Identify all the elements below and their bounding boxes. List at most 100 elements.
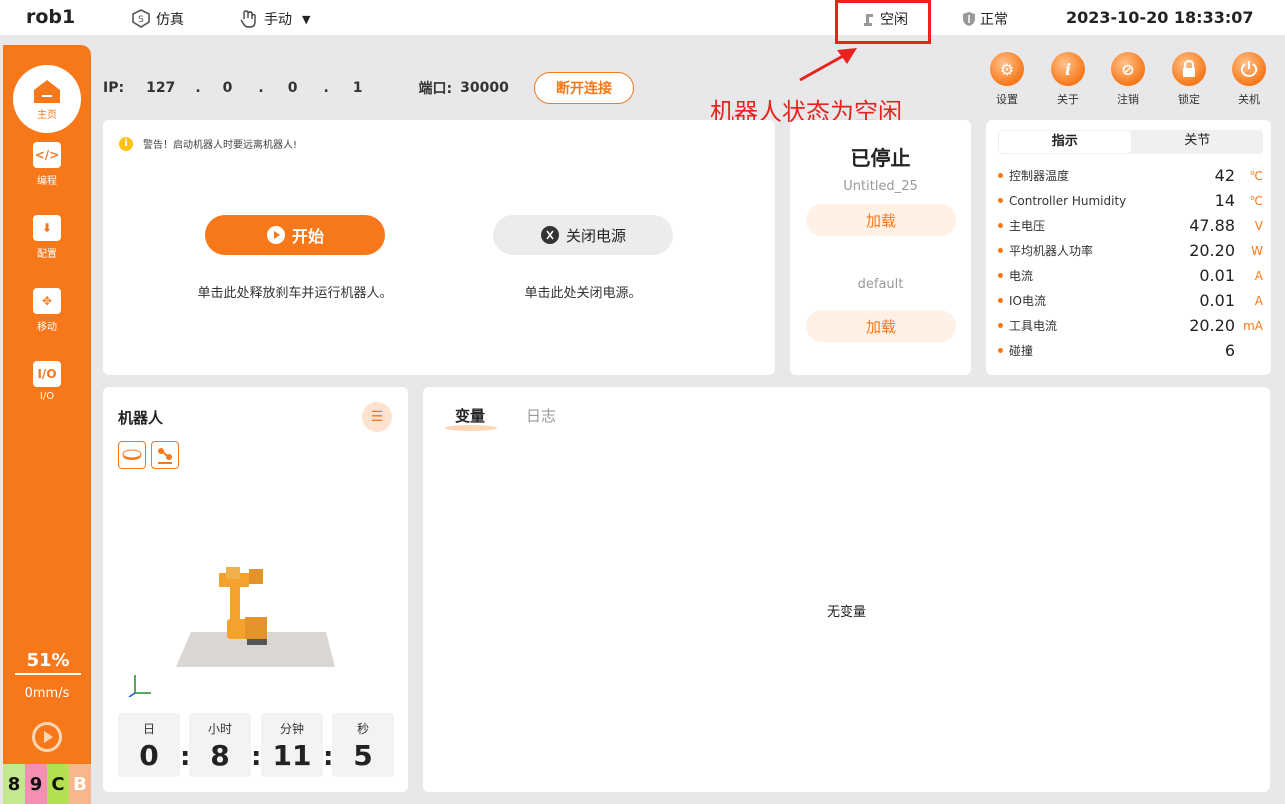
simulation-icon: S [132, 9, 150, 28]
ip-octet: 1 [352, 80, 363, 96]
indicator-label: 主电压 [1009, 219, 1046, 233]
tab-log[interactable]: 日志 [526, 405, 556, 426]
indicator-label: IO电流 [1009, 294, 1046, 308]
indicator-label: 电流 [1009, 269, 1034, 283]
shield-icon [963, 12, 975, 26]
lock-icon [1172, 52, 1206, 86]
logout-button[interactable]: ⊘ 注销 [1098, 52, 1158, 107]
info-icon: i [1051, 52, 1085, 86]
timer-value: 5 [353, 739, 373, 772]
sidebar-item-move[interactable]: ✥ 移动 [3, 288, 91, 333]
tab-variables[interactable]: 变量 [455, 405, 485, 426]
indicator-unit: A [1254, 293, 1263, 308]
caret-down-icon: ▼ [302, 12, 311, 26]
control-panel: i 警告！启动机器人时要远离机器人! 开始 关闭电源 单击此处释放刹车并运行机器… [103, 120, 775, 375]
timer-label: 秒 [356, 722, 369, 736]
move-icon: ✥ [33, 288, 61, 314]
list-icon[interactable]: ☰ [362, 402, 392, 432]
warning-icon: i [119, 136, 133, 151]
about-button[interactable]: i 关于 [1038, 52, 1098, 107]
sidebar-item-label: 编程 [37, 176, 57, 187]
program-name: Untitled_25 [843, 179, 918, 194]
indicators-panel: 指示 关节 控制器温度 42 ℃ Controller Humidity 14 ℃ 主电… [986, 120, 1271, 375]
play-icon [35, 725, 59, 749]
logout-icon: ⊘ [1111, 52, 1145, 86]
indicator-value: 20.20 [1189, 241, 1235, 260]
tool-label: 关机 [1238, 93, 1260, 106]
play-icon [266, 226, 285, 244]
indicator-row: 碰撞 6 [998, 338, 1263, 363]
indicator-value: 0.01 [1199, 291, 1235, 310]
timer-separator: : [251, 742, 262, 772]
tab-joints[interactable]: 关节 [1132, 130, 1264, 154]
connection-info: IP: 127 . 0 . 0 . 1 端口: 30000 [103, 72, 509, 104]
robot-arm-icon [864, 14, 873, 26]
disconnect-button[interactable]: 断开连接 [534, 72, 634, 104]
power-off-button[interactable]: 关闭电源 [493, 215, 673, 255]
program-panel: 已停止 Untitled_25 加载 default 加载 [790, 120, 971, 375]
sidebar-item-label: 移动 [37, 322, 57, 333]
tool-label: 注销 [1117, 93, 1139, 106]
top-bar: rob1 S 仿真 手动 ▼ 空闲 正常 2023-10-20 18:33:07 [0, 0, 1285, 44]
indicator-unit: W [1251, 243, 1263, 258]
simulation-label: 仿真 [156, 12, 184, 28]
speed-percent[interactable]: 51% [15, 650, 81, 675]
indicator-value: 0.01 [1199, 266, 1235, 285]
sidebar-item-config[interactable]: ⬇ 配置 [3, 215, 91, 260]
sidebar-item-program[interactable]: </> 编程 [3, 142, 91, 187]
installation-name: default [857, 277, 904, 292]
indicator-unit: V [1254, 218, 1263, 233]
home-icon [34, 79, 60, 103]
indicator-value: 6 [1224, 341, 1235, 360]
power-off-label: 关闭电源 [565, 226, 626, 245]
settings-icon: ⚙ [990, 52, 1024, 86]
load-installation-button[interactable]: 加载 [806, 310, 956, 342]
play-button[interactable] [32, 722, 62, 752]
sidebar-item-io[interactable]: I/O I/O [3, 361, 91, 402]
code-badge: 9 [25, 764, 47, 804]
code-icon: </> [33, 142, 61, 168]
floor-view-icon [122, 449, 142, 460]
sidebar-item-label: 主页 [37, 109, 57, 121]
power-hint: 单击此处关闭电源。 [524, 286, 642, 301]
timer-value: 8 [210, 739, 230, 772]
sidebar-item-label: 配置 [37, 249, 57, 260]
indicator-value: 42 [1214, 166, 1235, 185]
timer-hours: 小时 8 [189, 713, 251, 777]
manual-label: 手动 [264, 12, 292, 28]
tool-label: 设置 [996, 93, 1018, 106]
view-robot-button[interactable] [151, 441, 179, 469]
code-badge: 8 [3, 764, 25, 804]
status-label: 空闲 [880, 12, 908, 28]
hand-icon [240, 10, 256, 28]
load-program-button[interactable]: 加载 [806, 204, 956, 236]
view-floor-button[interactable] [118, 441, 146, 469]
svg-text:S: S [138, 15, 144, 25]
port-value: 30000 [460, 80, 509, 96]
status-codes: 8 9 C B [3, 764, 91, 804]
ip-octet: 0 [287, 80, 298, 96]
indicator-value: 14 [1214, 191, 1235, 210]
timer-label: 日 [142, 722, 155, 736]
tab-indicators[interactable]: 指示 [999, 131, 1131, 153]
indicator-unit: mA [1243, 318, 1263, 333]
indicator-row: 主电压 47.88 V [998, 213, 1263, 238]
manual-mode-dropdown[interactable]: 手动 ▼ [238, 8, 310, 30]
power-off-icon [540, 226, 559, 244]
robot-view-icon [158, 448, 172, 464]
start-button[interactable]: 开始 [205, 215, 385, 255]
indicator-label: 碰撞 [1009, 344, 1034, 358]
robot-title: 机器人 [118, 409, 164, 427]
indicator-label: 控制器温度 [1009, 169, 1070, 183]
settings-button[interactable]: ⚙ 设置 [977, 52, 1037, 107]
ip-dot: . [258, 80, 264, 96]
shutdown-button[interactable]: 关机 [1219, 52, 1279, 107]
timer-label: 分钟 [279, 722, 304, 736]
sidebar-item-home[interactable]: 主页 [13, 65, 81, 133]
indicator-unit: A [1254, 268, 1263, 283]
indicator-row: 平均机器人功率 20.20 W [998, 238, 1263, 263]
simulation-mode-toggle[interactable]: S 仿真 [130, 8, 184, 30]
lock-button[interactable]: 锁定 [1159, 52, 1219, 107]
robot-3d-view[interactable] [123, 557, 353, 697]
ip-octet: 0 [222, 80, 233, 96]
